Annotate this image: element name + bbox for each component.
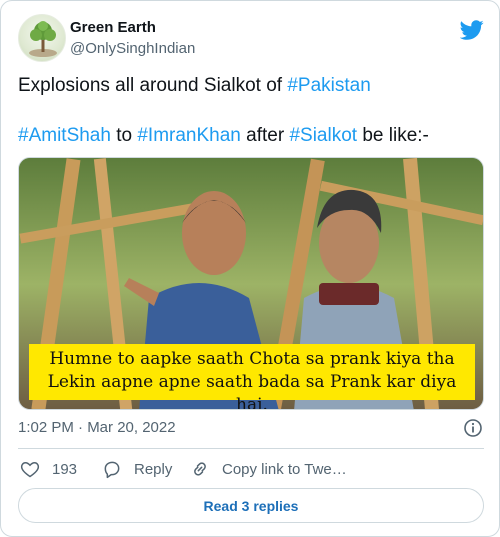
tweet-timestamp[interactable]: 1:02 PM · Mar 20, 2022 <box>18 419 176 436</box>
tweet-text-segment: be like:- <box>357 125 429 146</box>
hashtag-pakistan[interactable]: #Pakistan <box>287 75 370 96</box>
tweet-text-segment: Explosions all around Sialkot of <box>18 75 288 96</box>
avatar[interactable] <box>18 14 66 62</box>
caption-line-1: Humne to aapke saath Chota sa prank kiya… <box>49 349 455 369</box>
tweet-line-2: #AmitShah to #ImranKhan after #Sialkot b… <box>18 123 484 149</box>
tweet-card: Green Earth @OnlySinghIndian Explosions … <box>0 0 500 537</box>
tweet-header: Green Earth @OnlySinghIndian <box>18 14 484 64</box>
tweet-line-gap <box>18 99 484 123</box>
twitter-bird-icon[interactable] <box>460 18 484 42</box>
hashtag-imrankhan[interactable]: #ImranKhan <box>137 125 241 146</box>
tree-icon <box>29 21 57 57</box>
reply-icon <box>104 461 120 479</box>
tweet-text: Explosions all around Sialkot of #Pakist… <box>18 73 484 149</box>
tweet-image[interactable]: Humne to aapke saath Chota sa prank kiya… <box>18 157 484 410</box>
meme-caption: Humne to aapke saath Chota sa prank kiya… <box>29 344 475 409</box>
tweet-actions: 193 Reply Copy link to Twe… <box>18 458 484 480</box>
divider <box>18 448 484 449</box>
read-replies-button[interactable]: Read 3 replies <box>18 488 484 523</box>
info-icon[interactable] <box>463 418 483 438</box>
hashtag-sialkot[interactable]: #Sialkot <box>289 125 357 146</box>
caption-line-2: Lekin aapne apne saath bada sa Prank kar… <box>47 372 457 410</box>
tweet-line-1: Explosions all around Sialkot of #Pakist… <box>18 73 484 99</box>
tweet-text-segment: after <box>240 125 290 146</box>
author-handle[interactable]: @OnlySinghIndian <box>70 40 195 57</box>
reply-label: Reply <box>134 460 173 478</box>
heart-icon <box>20 461 40 478</box>
copy-link-button[interactable]: Copy link to Twe… <box>190 458 347 480</box>
link-icon <box>194 462 206 476</box>
like-button[interactable]: 193 <box>20 458 77 480</box>
author-name[interactable]: Green Earth <box>70 19 156 36</box>
copy-link-label: Copy link to Twe… <box>222 460 347 478</box>
like-count: 193 <box>52 460 78 478</box>
reply-button[interactable]: Reply <box>102 458 172 480</box>
tweet-text-segment: to <box>110 125 138 146</box>
hashtag-amitshah[interactable]: #AmitShah <box>18 125 111 146</box>
